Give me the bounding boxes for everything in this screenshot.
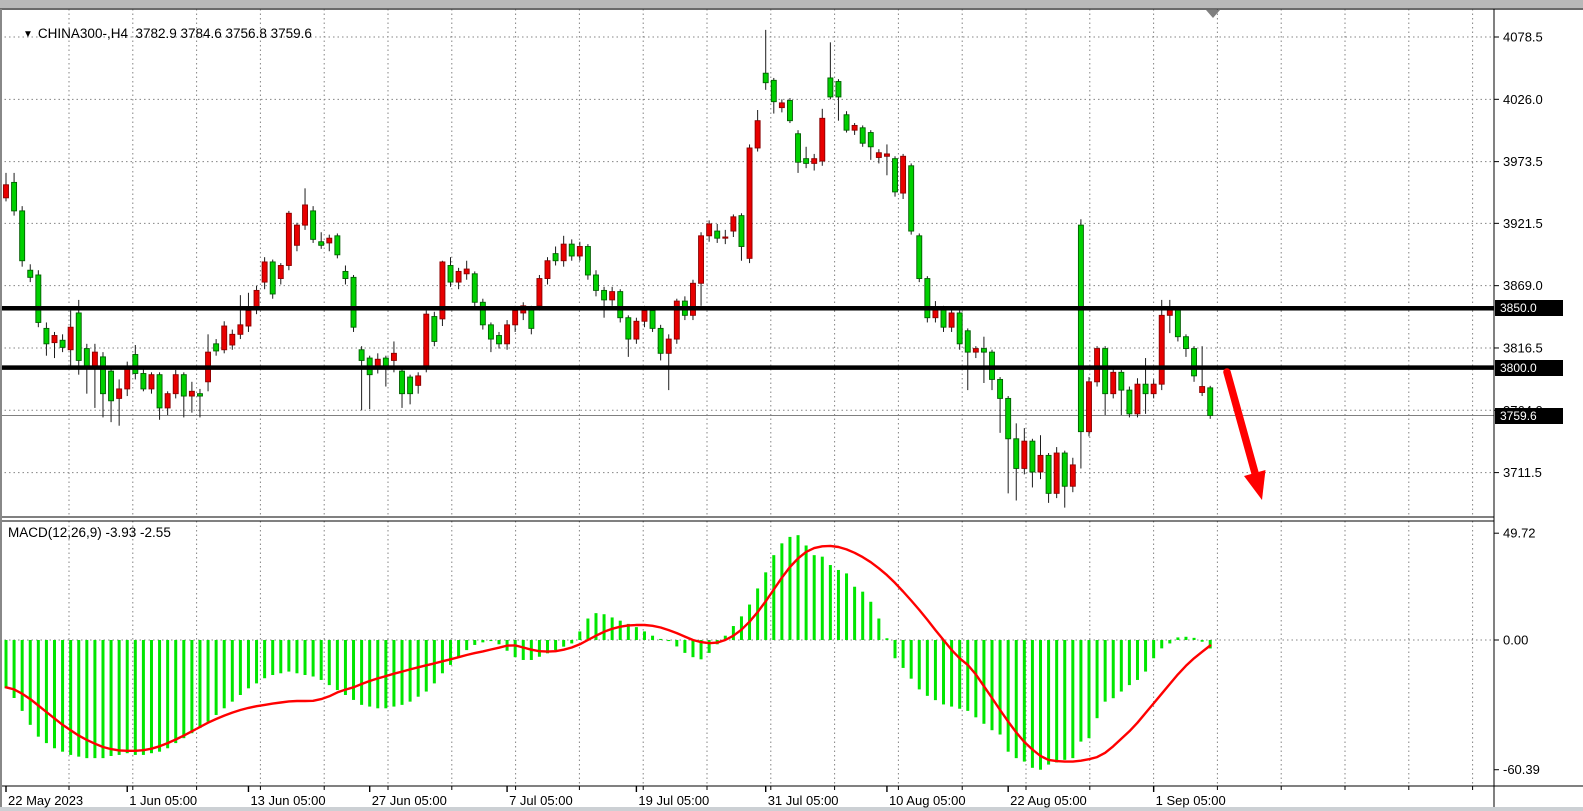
svg-text:1 Jun 05:00: 1 Jun 05:00 bbox=[129, 793, 197, 808]
svg-text:49.72: 49.72 bbox=[1503, 526, 1536, 541]
svg-text:31 Jul 05:00: 31 Jul 05:00 bbox=[768, 793, 839, 808]
svg-text:3921.5: 3921.5 bbox=[1503, 216, 1543, 231]
current-price-badge: 3759.6 bbox=[1495, 408, 1563, 424]
svg-text:4026.0: 4026.0 bbox=[1503, 92, 1543, 107]
svg-text:19 Jul 05:00: 19 Jul 05:00 bbox=[638, 793, 709, 808]
svg-text:1 Sep 05:00: 1 Sep 05:00 bbox=[1156, 793, 1226, 808]
svg-text:22 May 2023: 22 May 2023 bbox=[8, 793, 83, 808]
svg-text:-60.39: -60.39 bbox=[1503, 762, 1540, 777]
svg-text:22 Aug 05:00: 22 Aug 05:00 bbox=[1010, 793, 1087, 808]
svg-text:10 Aug 05:00: 10 Aug 05:00 bbox=[889, 793, 966, 808]
svg-text:7 Jul 05:00: 7 Jul 05:00 bbox=[509, 793, 573, 808]
symbol-ohlc-text: CHINA300-,H4 3782.9 3784.6 3756.8 3759.6 bbox=[38, 26, 312, 41]
svg-text:3973.5: 3973.5 bbox=[1503, 154, 1543, 169]
svg-text:3711.5: 3711.5 bbox=[1503, 465, 1542, 480]
svg-text:27 Jun 05:00: 27 Jun 05:00 bbox=[372, 793, 447, 808]
macd-indicator-label: MACD(12,26,9) -3.93 -2.55 bbox=[8, 525, 171, 540]
symbol-dropdown-icon[interactable]: ▼ bbox=[23, 29, 33, 40]
chart-title: ▼ CHINA300-,H4 3782.9 3784.6 3756.8 3759.… bbox=[8, 11, 312, 56]
price-level-badge-3850: 3850.0 bbox=[1495, 300, 1563, 316]
trading-chart-window: 4078.54026.03973.53921.53869.03816.53764… bbox=[0, 0, 1583, 811]
svg-text:0.00: 0.00 bbox=[1503, 633, 1528, 648]
svg-text:3816.5: 3816.5 bbox=[1503, 340, 1543, 355]
chart-canvas[interactable]: 4078.54026.03973.53921.53869.03816.53764… bbox=[0, 0, 1583, 811]
svg-text:13 Jun 05:00: 13 Jun 05:00 bbox=[250, 793, 325, 808]
price-level-badge-3800: 3800.0 bbox=[1495, 360, 1563, 376]
svg-text:3869.0: 3869.0 bbox=[1503, 278, 1543, 293]
svg-text:4078.5: 4078.5 bbox=[1503, 30, 1543, 45]
